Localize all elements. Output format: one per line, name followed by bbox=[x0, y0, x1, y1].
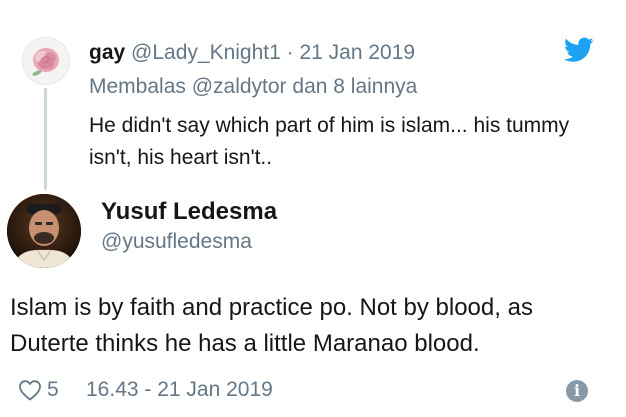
tweet-author-handle[interactable]: @yusufledesma bbox=[101, 229, 252, 255]
reply-author-handle[interactable]: @Lady_Knight1 bbox=[131, 41, 281, 64]
replying-to-label[interactable]: Membalas @zaldytor dan 8 lainnya bbox=[89, 74, 417, 100]
tweet-text: Islam is by faith and practice po. Not b… bbox=[10, 294, 533, 357]
reply-date[interactable]: 21 Jan 2019 bbox=[299, 41, 415, 64]
twitter-bird-icon[interactable] bbox=[563, 37, 594, 63]
reply-header: gay @Lady_Knight1 · 21 Jan 2019 bbox=[89, 40, 415, 66]
tweet-avatar[interactable] bbox=[7, 194, 81, 268]
reply-text: He didn't say which part of him is islam… bbox=[89, 114, 570, 169]
tweet-author-name[interactable]: Yusuf Ledesma bbox=[101, 197, 277, 227]
like-count: 5 bbox=[47, 378, 59, 401]
tweet-timestamp[interactable]: 16.43 - 21 Jan 2019 bbox=[86, 377, 273, 403]
heart-outline-icon[interactable] bbox=[18, 379, 42, 401]
meta-separator: · bbox=[280, 41, 300, 64]
thread-connector-line bbox=[44, 88, 47, 190]
reply-avatar[interactable] bbox=[22, 37, 70, 85]
reply-author-name[interactable]: gay bbox=[89, 41, 125, 64]
info-icon[interactable]: i bbox=[566, 380, 588, 402]
rose-avatar-icon bbox=[23, 38, 69, 84]
person-avatar-icon bbox=[7, 194, 81, 268]
